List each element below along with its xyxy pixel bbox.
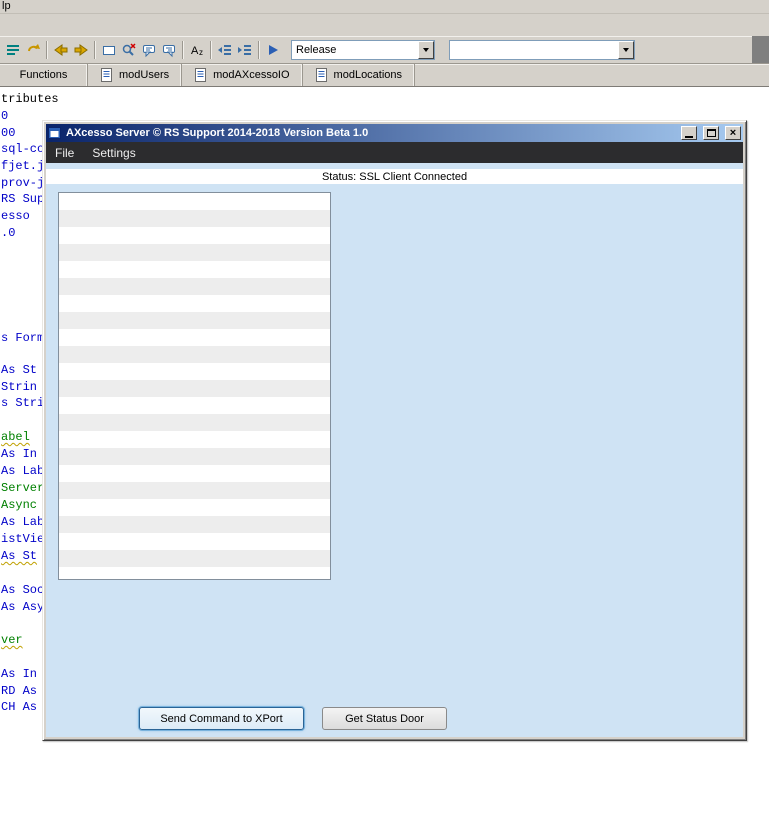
list-row[interactable] [59,278,330,295]
code-fragment: istVie [1,532,45,546]
close-icon: × [729,126,737,139]
list-row[interactable] [59,499,330,516]
code-fragment: Async [1,498,38,512]
list-row[interactable] [59,414,330,431]
get-status-door-button[interactable]: Get Status Door [322,707,447,730]
list-row[interactable] [59,431,330,448]
window-client-area: Status: SSL Client Connected Send Comman… [46,163,743,737]
axcesso-server-window: AXcesso Server © RS Support 2014-2018 Ve… [42,120,747,741]
list-row[interactable] [59,193,330,210]
code-fragment: fjet.j [1,159,45,173]
code-fragment: As In [1,447,38,461]
code-fragment: As Asy [1,600,45,614]
code-fragment: Server [1,481,45,495]
status-label: Status: SSL Client Connected [46,169,743,184]
code-fragment: As St [1,549,38,563]
code-fragment: As Soc [1,583,45,597]
list-row[interactable] [59,244,330,261]
list-row[interactable] [59,397,330,414]
code-fragment: As Lab [1,464,45,478]
code-fragment: abel [1,430,30,444]
close-button[interactable]: × [725,126,741,140]
code-fragment: RD As [1,684,38,698]
code-fragment: As In [1,667,38,681]
code-fragment: tributes [1,92,59,106]
list-row[interactable] [59,346,330,363]
list-row[interactable] [59,329,330,346]
window-titlebar[interactable]: AXcesso Server © RS Support 2014-2018 Ve… [46,124,743,142]
code-fragment: RS Sup [1,192,45,206]
list-row[interactable] [59,295,330,312]
code-fragment: ver [1,633,23,647]
code-fragment: s Stri [1,396,45,410]
list-row[interactable] [59,516,330,533]
list-row[interactable] [59,227,330,244]
code-fragment: .0 [1,226,16,240]
send-command-button[interactable]: Send Command to XPort [139,707,304,730]
code-fragment: 0 [1,109,9,123]
app-icon [48,126,62,140]
list-row[interactable] [59,465,330,482]
list-row[interactable] [59,533,330,550]
list-row[interactable] [59,380,330,397]
code-fragment: sql-co [1,142,45,156]
list-row[interactable] [59,363,330,380]
code-fragment: CH As [1,700,38,714]
maximize-icon [706,129,716,137]
minimize-icon [685,135,693,138]
list-row[interactable] [59,567,330,579]
menu-item-settings[interactable]: Settings [83,142,144,163]
code-fragment: Strin [1,380,38,394]
button-row: Send Command to XPort Get Status Door [139,707,447,730]
code-fragment: As St [1,363,38,377]
list-row[interactable] [59,261,330,278]
maximize-button[interactable] [703,126,719,140]
list-row[interactable] [59,210,330,227]
code-fragment: As Lab [1,515,45,529]
list-row[interactable] [59,312,330,329]
window-title: AXcesso Server © RS Support 2014-2018 Ve… [66,127,369,139]
menu-item-file[interactable]: File [46,142,83,163]
minimize-button[interactable] [681,126,697,140]
code-fragment: prov-j [1,176,45,190]
code-fragment: s Form [1,331,45,345]
list-row[interactable] [59,448,330,465]
list-row[interactable] [59,482,330,499]
window-menubar: File Settings [46,142,743,163]
code-fragment: esso [1,209,30,223]
code-fragment: 00 [1,126,16,140]
list-row[interactable] [59,550,330,567]
device-listbox[interactable] [58,192,331,580]
